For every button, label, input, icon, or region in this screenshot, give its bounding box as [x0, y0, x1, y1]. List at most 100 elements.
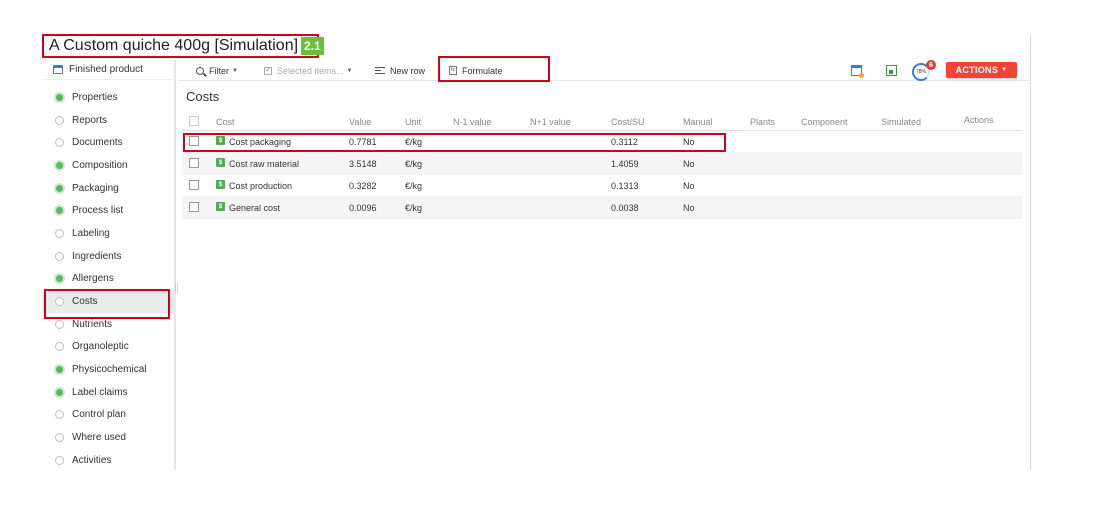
- app-root: A Custom quiche 400g [Simulation] 2.1 Fi…: [0, 0, 1111, 529]
- sidebar-item-label: Nutrients: [72, 318, 113, 330]
- sidebar-item-allergens[interactable]: Allergens: [42, 268, 176, 291]
- status-empty-icon: [55, 228, 64, 238]
- column-header-cost-su[interactable]: Cost/SU: [611, 117, 645, 127]
- cell-value: 0.3282: [349, 181, 377, 191]
- status-complete-icon: [55, 92, 64, 102]
- status-empty-icon: [55, 319, 64, 329]
- cell-unit: €/kg: [405, 181, 423, 191]
- sidebar-item-physicochemical[interactable]: Physicochemical: [42, 358, 176, 381]
- cell-cost: Cost packaging: [229, 137, 292, 147]
- row-checkbox[interactable]: [189, 158, 199, 168]
- column-header-unit[interactable]: Unit: [405, 117, 421, 127]
- checkbox-icon: ✓: [264, 66, 272, 75]
- column-header-value[interactable]: Value: [349, 117, 371, 127]
- column-header-manual[interactable]: Manual: [683, 117, 713, 127]
- sidebar-item-label: Where used: [72, 432, 126, 444]
- cell-manual: No: [683, 159, 695, 169]
- sidebar-item-control-plan[interactable]: Control plan: [42, 404, 176, 427]
- column-header-component[interactable]: Component: [801, 117, 848, 127]
- sidebar-item-packaging[interactable]: Packaging: [42, 177, 176, 200]
- selected-items-label: Selected items...: [277, 65, 344, 76]
- sidebar-item-nutrients[interactable]: Nutrients: [42, 313, 176, 336]
- sidebar-header-label: Finished product: [69, 64, 143, 75]
- sidebar-item-properties[interactable]: Properties: [42, 86, 176, 109]
- actions-button[interactable]: ACTIONS ▼: [946, 62, 1017, 78]
- sidebar-item-label: Packaging: [72, 182, 119, 194]
- cell-value: 0.0096: [349, 203, 377, 213]
- excel-export-icon[interactable]: [886, 65, 897, 76]
- content-border: [1030, 36, 1031, 470]
- formulate-highlight: [438, 56, 550, 82]
- sidebar-item-label: Activities: [72, 454, 112, 466]
- sidebar-item-label: Ingredients: [72, 250, 122, 262]
- row-checkbox[interactable]: [189, 180, 199, 190]
- status-complete-icon: [55, 274, 64, 284]
- status-empty-icon: [55, 410, 64, 420]
- sidebar-nav: Properties Reports Documents Composition Pac…: [42, 86, 176, 472]
- notification-badge[interactable]: 6: [926, 60, 936, 70]
- select-all-checkbox[interactable]: [189, 116, 199, 126]
- table-row[interactable]: $ General cost 0.0096 €/kg 0.0038 No: [182, 197, 1022, 219]
- table-row[interactable]: $ Cost packaging 0.7781 €/kg 0.3112 No: [182, 131, 1022, 153]
- filter-label: Filter: [209, 65, 229, 76]
- sidebar-item-label: Control plan: [72, 409, 126, 421]
- sidebar-item-costs[interactable]: Costs: [42, 289, 176, 319]
- sidebar-item-label: Label claims: [72, 386, 128, 398]
- cell-cost: Cost raw material: [229, 159, 300, 169]
- cell-cost: General cost: [229, 203, 281, 213]
- status-complete-icon: [55, 387, 64, 397]
- sidebar-item-labeling[interactable]: Labeling: [42, 222, 176, 245]
- page-title: A Custom quiche 400g [Simulation] 2.1: [42, 34, 324, 58]
- sidebar-item-label: Physicochemical: [72, 364, 147, 376]
- sidebar-item-label-claims[interactable]: Label claims: [42, 381, 176, 404]
- sidebar-item-organoleptic[interactable]: Organoleptic: [42, 336, 176, 359]
- status-empty-icon: [55, 433, 64, 443]
- dollar-icon: $: [216, 158, 225, 167]
- progress-value: 78%: [915, 69, 926, 75]
- cell-cost-su: 0.0038: [611, 203, 639, 213]
- table-row[interactable]: $ Cost raw material 3.5148 €/kg 1.4059 No: [182, 153, 1022, 175]
- row-checkbox[interactable]: [189, 202, 199, 212]
- sidebar-item-process-list[interactable]: Process list: [42, 199, 176, 222]
- new-row-label: New row: [390, 65, 426, 76]
- cell-cost-su: 0.1313: [611, 181, 639, 191]
- sidebar-item-ingredients[interactable]: Ingredients: [42, 245, 176, 268]
- status-empty-icon: [55, 115, 64, 125]
- sidebar-resize-handle[interactable]: [175, 283, 178, 293]
- sidebar-item-label: Reports: [72, 114, 108, 126]
- column-header-n-minus-1[interactable]: N-1 value: [453, 117, 492, 127]
- sidebar-item-activities[interactable]: Activities: [42, 449, 176, 472]
- sidebar-item-reports[interactable]: Reports: [42, 109, 176, 132]
- filter-button[interactable]: Filter ▼: [196, 60, 238, 81]
- column-header-n-plus-1[interactable]: N+1 value: [530, 117, 571, 127]
- column-header-cost[interactable]: Cost: [216, 117, 235, 127]
- actions-label: ACTIONS: [955, 65, 999, 75]
- selected-items-button[interactable]: ✓ Selected items... ▼: [264, 60, 352, 81]
- product-title: A Custom quiche 400g [Simulation]: [49, 37, 299, 54]
- status-empty-icon: [55, 251, 64, 261]
- caret-down-icon: ▼: [1001, 67, 1008, 73]
- sidebar-item-composition[interactable]: Composition: [42, 154, 176, 177]
- sidebar-item-label: Properties: [72, 91, 118, 103]
- column-header-actions: Actions: [964, 115, 994, 125]
- sidebar-item-where-used[interactable]: Where used: [42, 426, 176, 449]
- sidebar-item-label: Labeling: [72, 227, 110, 239]
- status-empty-icon: [55, 455, 64, 465]
- table-row[interactable]: $ Cost production 0.3282 €/kg 0.1313 No: [182, 175, 1022, 197]
- row-checkbox[interactable]: [189, 136, 199, 146]
- caret-down-icon: ▼: [232, 67, 238, 74]
- new-row-button[interactable]: New row: [375, 60, 425, 81]
- status-empty-icon: [55, 342, 64, 352]
- sidebar-item-label: Composition: [72, 159, 128, 171]
- table-header: Cost Value Unit N-1 value N+1 value Cost…: [182, 112, 1022, 131]
- column-header-simulated[interactable]: Simulated: [881, 117, 921, 127]
- column-header-plants[interactable]: Plants: [750, 117, 775, 127]
- cell-unit: €/kg: [405, 137, 423, 147]
- status-complete-icon: [55, 365, 64, 375]
- table-body: $ Cost packaging 0.7781 €/kg 0.3112 No $ Cost r…: [182, 131, 1022, 219]
- sidebar-header[interactable]: Finished product: [42, 60, 176, 80]
- sidebar-item-documents[interactable]: Documents: [42, 131, 176, 154]
- cell-cost: Cost production: [229, 181, 293, 191]
- sidebar-item-label: Allergens: [72, 273, 114, 285]
- calendar-icon[interactable]: [851, 65, 864, 78]
